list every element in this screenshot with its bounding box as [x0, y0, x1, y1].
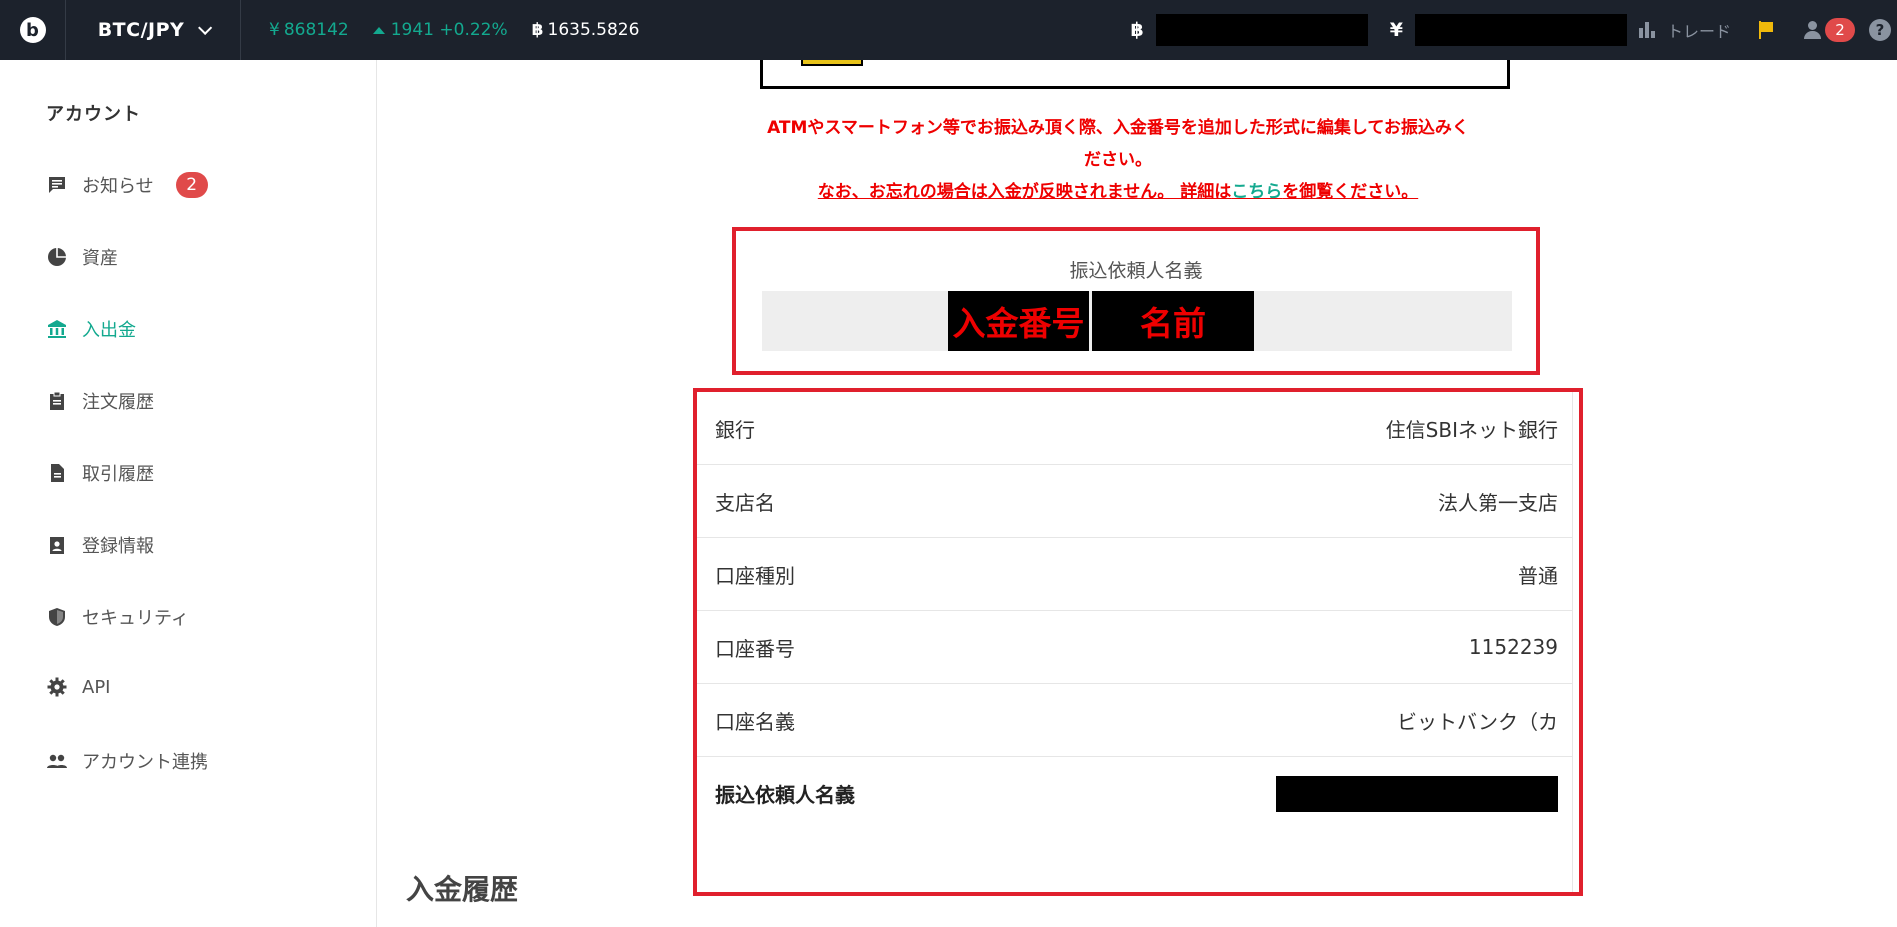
bitbank-logo[interactable]: b	[0, 0, 66, 60]
flag-icon[interactable]	[1759, 21, 1773, 39]
trade-link[interactable]: トレード	[1638, 18, 1731, 42]
sidebar-item-order-history[interactable]: 注文履歴	[46, 388, 154, 414]
change-display: 1941 +0.22%	[372, 20, 508, 40]
sidebar-item-registration[interactable]: 登録情報	[46, 532, 154, 558]
people-icon	[46, 750, 68, 772]
sidebar-item-label: アカウント連携	[82, 752, 208, 773]
notice-line-3-text: なお、お忘れの場合は入金が反映されません。 詳細は	[817, 182, 1232, 202]
notice-line-2: ださい。	[1084, 150, 1152, 170]
deposit-number-cell: 入金番号	[948, 291, 1089, 351]
table-row: 口座名義 ビットバンク（カ	[697, 684, 1572, 757]
btc-balance-redacted	[1155, 14, 1368, 46]
user-icon	[1803, 21, 1823, 39]
name-cell: 名前	[1092, 291, 1254, 351]
sidebar-title: アカウント	[46, 104, 141, 125]
jpy-balance-redacted	[1414, 14, 1627, 46]
sidebar-item-api[interactable]: API	[46, 676, 110, 698]
table-row: 銀行 住信SBIネット銀行	[697, 392, 1572, 465]
table-row: 振込依頼人名義	[697, 757, 1572, 830]
topbar-right: ฿ ¥ トレード 2 ?	[1131, 0, 1897, 60]
bank-info-highlight: 銀行 住信SBIネット銀行 支店名 法人第一支店 口座種別 普通 口座番号 11…	[693, 388, 1583, 896]
message-icon	[46, 174, 68, 196]
transfer-name-redacted	[1276, 775, 1558, 812]
bitcoin-balance-icon: ฿	[1130, 19, 1144, 41]
bitcoin-icon: ฿	[531, 20, 544, 40]
ticker: ¥ 868142 1941 +0.22% ฿ 1635.5826	[269, 20, 663, 40]
btc-volume-value: 1635.5826	[547, 20, 640, 40]
sidebar-item-trade-history[interactable]: 取引履歴	[46, 460, 154, 486]
transfer-name-label: 振込依頼人名義	[1069, 260, 1203, 282]
yen-balance-icon: ¥	[1389, 19, 1403, 41]
notice-line-3-end: を御覧ください。	[1282, 182, 1419, 202]
table-row: 支店名 法人第一支店	[697, 465, 1572, 538]
change-value: 1941 +0.22%	[390, 20, 508, 40]
gear-icon	[46, 676, 68, 698]
previous-card-bottom	[760, 60, 1510, 89]
pair-selector[interactable]: BTC/JPY	[66, 0, 241, 60]
row-value: ビットバンク（カ	[1397, 709, 1558, 734]
row-key: 銀行	[715, 417, 755, 442]
bank-icon	[46, 318, 68, 340]
row-key: 口座種別	[715, 563, 795, 588]
btc-volume-display: ฿ 1635.5826	[532, 20, 640, 40]
help-icon[interactable]: ?	[1869, 19, 1891, 41]
document-icon	[46, 462, 68, 484]
row-value: 普通	[1518, 563, 1558, 588]
price-value: 868142	[283, 20, 349, 40]
notices-badge: 2	[175, 172, 208, 198]
sidebar-item-label: 資産	[82, 248, 118, 269]
notification-badge: 2	[1825, 18, 1855, 42]
row-value: 法人第一支店	[1438, 490, 1558, 515]
shield-icon	[46, 606, 68, 628]
bar-chart-icon	[1638, 22, 1657, 38]
chevron-down-icon	[198, 20, 213, 35]
clipboard-icon	[46, 390, 68, 412]
notice-line-1: ATMやスマートフォン等でお振込み頂く際、入金番号を追加した形式に編集してお振込…	[767, 118, 1469, 138]
sidebar-item-assets[interactable]: 資産	[46, 244, 118, 270]
price-display: ¥ 868142	[269, 20, 349, 40]
row-value: 住信SBIネット銀行	[1385, 417, 1558, 442]
pair-label: BTC/JPY	[97, 19, 185, 41]
top-navigation-bar: b BTC/JPY ¥ 868142 1941 +0.22% ฿ 1635.58…	[0, 0, 1897, 60]
sidebar-item-label: 登録情報	[82, 536, 154, 557]
table-row: 口座種別 普通	[697, 538, 1572, 611]
sidebar-item-label: API	[82, 676, 111, 698]
row-key: 支店名	[715, 490, 775, 515]
trade-label: トレード	[1666, 22, 1731, 41]
yen-icon: ¥	[269, 20, 280, 40]
sidebar-item-notices[interactable]: お知らせ 2	[46, 172, 208, 198]
sidebar-item-account-link[interactable]: アカウント連携	[46, 748, 208, 774]
transfer-name-strip: 入金番号 名前	[762, 291, 1512, 351]
sidebar-item-label: セキュリティ	[82, 608, 189, 629]
table-row: 口座番号 1152239	[697, 611, 1572, 684]
sidebar-item-label: 注文履歴	[82, 392, 154, 413]
transfer-name-highlight: 振込依頼人名義 入金番号 名前	[732, 227, 1540, 375]
bank-info-table: 銀行 住信SBIネット銀行 支店名 法人第一支店 口座種別 普通 口座番号 11…	[697, 392, 1573, 892]
row-key: 口座名義	[715, 709, 795, 734]
deposit-history-heading: 入金履歴	[406, 873, 519, 906]
pie-chart-icon	[46, 246, 68, 268]
sidebar-item-label: 取引履歴	[82, 464, 154, 485]
card-graphic	[801, 60, 863, 66]
user-menu[interactable]: 2	[1803, 18, 1855, 42]
deposit-notice: ATMやスマートフォン等でお振込み頂く際、入金番号を追加した形式に編集してお振込…	[718, 112, 1518, 208]
arrow-up-icon	[372, 26, 385, 34]
details-link[interactable]: こちら	[1231, 182, 1282, 202]
sidebar-item-security[interactable]: セキュリティ	[46, 604, 189, 630]
account-sidebar: アカウント お知らせ 2 資産 入出金 注文履歴 取引履歴 登録情報 セキュリテ…	[0, 60, 377, 927]
logo-icon: b	[19, 17, 46, 43]
sidebar-item-label: お知らせ	[82, 176, 154, 197]
row-key: 振込依頼人名義	[715, 783, 855, 807]
row-key: 口座番号	[715, 636, 795, 661]
main-content: ATMやスマートフォン等でお振込み頂く際、入金番号を追加した形式に編集してお振込…	[378, 60, 1897, 927]
sidebar-item-label: 入出金	[82, 320, 136, 341]
contact-card-icon	[46, 534, 68, 556]
notice-line-3: なお、お忘れの場合は入金が反映されません。 詳細はこちらを御覧ください。	[718, 176, 1518, 208]
sidebar-item-deposit-withdraw[interactable]: 入出金	[46, 316, 136, 342]
row-value: 1152239	[1468, 635, 1558, 659]
